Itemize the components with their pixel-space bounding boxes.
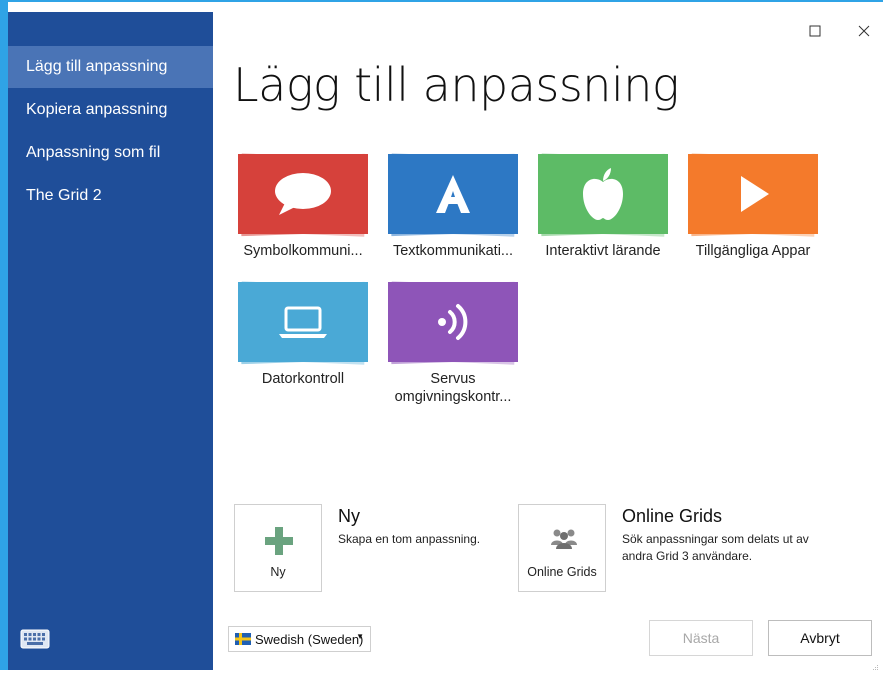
- users-icon: [549, 527, 579, 556]
- next-button[interactable]: Nästa: [649, 620, 753, 656]
- page-title: Lägg till anpassning: [233, 58, 680, 112]
- tile-symbol-communication[interactable]: Symbolkommuni...: [236, 150, 370, 278]
- sidebar: Lägg till anpassning Kopiera anpassning …: [8, 12, 213, 670]
- tile-computer-control[interactable]: Datorkontroll: [236, 278, 370, 406]
- close-button[interactable]: [850, 22, 878, 42]
- tile-label: Textkommunikati...: [392, 243, 514, 259]
- tile-interactive-learning[interactable]: Interaktivt lärande: [536, 150, 670, 278]
- online-grids-title: Online Grids: [622, 506, 723, 526]
- sidebar-item-the-grid-2[interactable]: The Grid 2: [8, 175, 213, 217]
- new-description: Skapa en tom anpassning.: [338, 532, 481, 546]
- online-grids-button[interactable]: Online Grids: [518, 504, 606, 592]
- online-grids-description-line2: andra Grid 3 användare.: [622, 549, 753, 563]
- letter-a-icon: [386, 154, 520, 234]
- online-grids-description: Sök anpassningar som delats ut av andra …: [622, 531, 809, 565]
- maximize-button[interactable]: [801, 22, 829, 42]
- tile-accessible-apps[interactable]: Tillgängliga Appar: [686, 150, 820, 278]
- language-select[interactable]: Swedish (Sweden) ▼: [228, 626, 371, 652]
- language-select-value: Swedish (Sweden): [255, 632, 364, 647]
- online-grids-button-label: Online Grids: [527, 565, 597, 579]
- new-button[interactable]: Ny: [234, 504, 322, 592]
- play-icon: [686, 154, 820, 234]
- signal-icon: [386, 282, 520, 362]
- keyboard-icon[interactable]: [20, 628, 50, 650]
- maximize-icon: [809, 25, 821, 37]
- laptop-icon: [236, 282, 370, 362]
- tile-label: Servus omgivningskontr...: [380, 370, 526, 406]
- resize-grip-icon[interactable]: [871, 658, 879, 670]
- new-button-label: Ny: [270, 565, 286, 579]
- tile-label: Tillgängliga Appar: [695, 243, 811, 259]
- tile-label-line1: Servus: [430, 371, 476, 387]
- tile-label: Symbolkommuni...: [243, 243, 363, 259]
- online-grids-description-line1: Sök anpassningar som delats ut av: [622, 532, 809, 546]
- sidebar-item-add-customization[interactable]: Lägg till anpassning: [8, 46, 213, 88]
- tile-label-line2: omgivningskontr...: [394, 389, 512, 405]
- close-icon: [858, 25, 870, 37]
- cancel-button[interactable]: Avbryt: [768, 620, 872, 656]
- sidebar-item-copy-customization[interactable]: Kopiera anpassning: [8, 89, 213, 131]
- tile-servus-environment-control[interactable]: Servus omgivningskontr...: [386, 278, 520, 406]
- tile-label: Interaktivt lärande: [545, 243, 661, 259]
- chevron-down-icon: ▼: [356, 632, 364, 641]
- speech-bubble-icon: [236, 154, 370, 234]
- tile-text-communication[interactable]: Textkommunikati...: [386, 150, 520, 278]
- plus-icon: [263, 525, 295, 562]
- sweden-flag-icon: [235, 633, 251, 645]
- tile-label: Datorkontroll: [261, 371, 345, 387]
- sidebar-item-customization-file[interactable]: Anpassning som fil: [8, 132, 213, 174]
- new-title: Ny: [338, 506, 360, 526]
- apple-icon: [536, 154, 670, 234]
